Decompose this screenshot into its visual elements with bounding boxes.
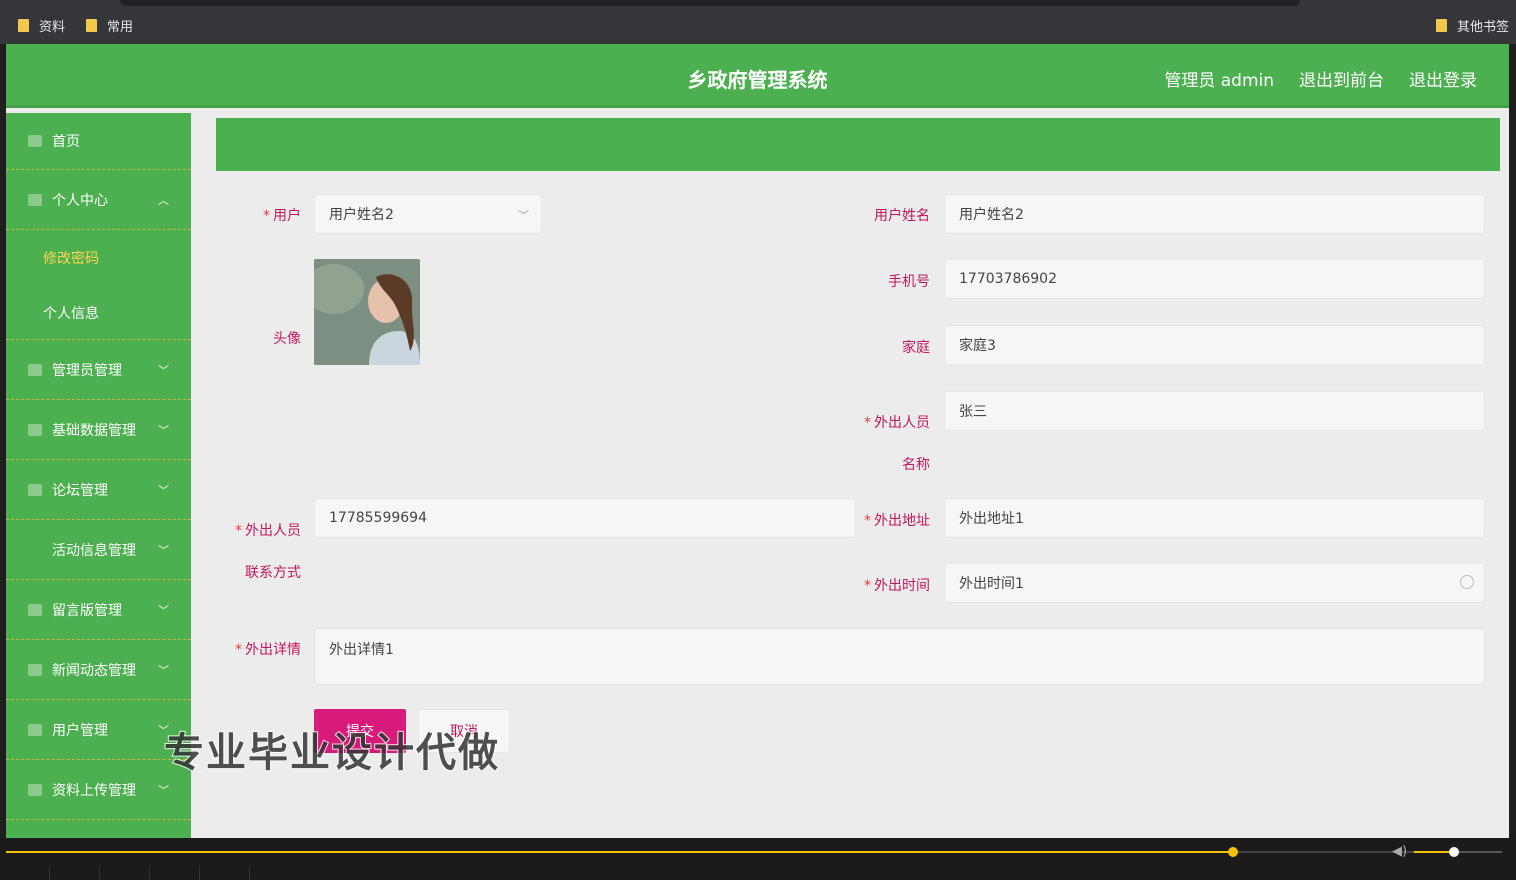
activity-icon xyxy=(28,544,42,556)
avatar-label: 头像 xyxy=(273,331,301,347)
sidebar-subitem-change-password[interactable]: 修改密码 xyxy=(6,230,191,285)
phone-label: 手机号 xyxy=(888,274,930,290)
chevron-down-icon: ﹀ xyxy=(158,664,169,677)
sidebar-item-label: 首页 xyxy=(52,134,80,150)
family-field[interactable]: 家庭3 xyxy=(944,325,1485,365)
sidebar-item-label: 论坛管理 xyxy=(52,482,108,499)
app-window: 乡政府管理系统 管理员 admin 退出到前台 退出登录 首页 个人中心 ︿ 修… xyxy=(6,44,1509,838)
user-select[interactable]: 用户姓名2 ﹀ xyxy=(314,194,542,234)
edit-form: * 用户 用户姓名2 ﹀ 用户姓名 用户姓名2 头像 手机号 177037869… xyxy=(216,171,1500,791)
chevron-down-icon: ﹀ xyxy=(158,544,169,557)
bookmarks-bar: 资料 常用 其他书签 xyxy=(0,0,1516,44)
top-header: 乡政府管理系统 管理员 admin 退出到前台 退出登录 xyxy=(6,44,1509,108)
user-icon xyxy=(28,193,42,206)
users-icon xyxy=(28,723,42,736)
sidebar-item-label: 留言版管理 xyxy=(52,602,122,619)
chevron-down-icon: ﹀ xyxy=(158,424,169,437)
news-icon xyxy=(28,663,42,676)
sidebar-item-activity[interactable]: 活动信息管理 ﹀ xyxy=(6,520,191,580)
video-player-bar: ◀) xyxy=(0,838,1516,880)
progress-bar[interactable] xyxy=(6,847,1502,857)
detail-label: * 外出详情 xyxy=(235,642,301,658)
folder-icon xyxy=(86,18,97,32)
address-field[interactable]: 外出地址1 xyxy=(944,498,1485,538)
time-label: * 外出时间 xyxy=(864,578,930,594)
address-label: * 外出地址 xyxy=(864,513,930,529)
volume-icon[interactable]: ◀) xyxy=(1392,844,1407,859)
sidebar-item-personal[interactable]: 个人中心 ︿ xyxy=(6,170,191,230)
current-user: 管理员 admin xyxy=(1164,71,1274,91)
volume-handle[interactable] xyxy=(1448,847,1459,857)
player-control[interactable] xyxy=(200,866,250,880)
sidebar-item-label: 管理员管理 xyxy=(52,362,122,379)
bookmark-folder-ziliao[interactable]: 资料 xyxy=(18,16,66,35)
player-control[interactable] xyxy=(50,866,100,880)
grid-icon xyxy=(28,783,42,796)
chevron-down-icon: ﹀ xyxy=(158,364,169,377)
family-label: 家庭 xyxy=(902,340,930,356)
outname-label: * 外出人员 名称 xyxy=(864,415,930,473)
sidebar-item-guestbook[interactable]: 留言版管理 ﹀ xyxy=(6,580,191,640)
progress-handle[interactable] xyxy=(1227,847,1238,857)
detail-textarea[interactable]: 外出详情1 xyxy=(314,628,1485,685)
player-control[interactable] xyxy=(100,866,150,880)
bookmark-label: 其他书签 xyxy=(1457,19,1510,35)
sidebar-item-label: 新闻动态管理 xyxy=(52,662,136,679)
chevron-down-icon: ﹀ xyxy=(518,209,529,222)
player-control[interactable] xyxy=(150,866,200,880)
home-icon xyxy=(28,135,42,147)
sidebar-item-admin[interactable]: 管理员管理 ﹀ xyxy=(6,340,191,400)
sidebar-item-label: 活动信息管理 xyxy=(52,542,136,559)
screen-root: 资料 常用 其他书签 乡政府管理系统 管理员 admin 退出到前台 退出登录 … xyxy=(0,0,1516,880)
chevron-up-icon: ︿ xyxy=(158,194,169,207)
sidebar-item-label: 资料上传管理 xyxy=(52,782,136,799)
sidebar-item-basic-data[interactable]: 基础数据管理 ﹀ xyxy=(6,400,191,460)
username-field[interactable]: 用户姓名2 xyxy=(944,194,1485,234)
folder-icon xyxy=(18,18,29,32)
volume-fill xyxy=(1414,851,1454,853)
header-links: 管理员 admin 退出到前台 退出登录 xyxy=(1164,66,1477,91)
exit-to-front-link[interactable]: 退出到前台 xyxy=(1299,66,1384,91)
username-label: 用户姓名 xyxy=(874,208,930,224)
personal-submenu: 修改密码 个人信息 xyxy=(6,230,191,340)
address-bar-edge xyxy=(120,0,1300,6)
clear-icon[interactable] xyxy=(1460,575,1474,589)
message-icon xyxy=(28,603,42,616)
chevron-down-icon: ﹀ xyxy=(158,784,169,797)
bookmark-folder-other[interactable]: 其他书签 xyxy=(1436,16,1510,35)
bookmark-folder-changyong[interactable]: 常用 xyxy=(86,16,134,35)
bookmark-label: 资料 xyxy=(39,19,66,35)
list-icon xyxy=(28,423,42,436)
sidebar-item-news[interactable]: 新闻动态管理 ﹀ xyxy=(6,640,191,700)
admin-icon xyxy=(28,363,42,376)
phone-field[interactable]: 17703786902 xyxy=(944,259,1485,299)
player-control[interactable] xyxy=(0,866,50,880)
sidebar-item-label: 个人中心 xyxy=(52,192,108,209)
logout-link[interactable]: 退出登录 xyxy=(1409,66,1477,91)
watermark-text: 专业毕业设计代做 xyxy=(163,729,500,777)
time-field[interactable]: 外出时间1 xyxy=(944,563,1485,603)
outname-field[interactable]: 张三 xyxy=(944,391,1485,431)
forum-icon xyxy=(28,483,42,496)
bookmark-label: 常用 xyxy=(107,19,134,35)
user-select-value: 用户姓名2 xyxy=(329,207,394,223)
sidebar-item-forum[interactable]: 论坛管理 ﹀ xyxy=(6,460,191,520)
sidebar-item-label: 基础数据管理 xyxy=(52,422,136,439)
chevron-down-icon: ﹀ xyxy=(158,484,169,497)
sidebar-item-home[interactable]: 首页 xyxy=(6,113,191,170)
contact-field[interactable]: 17785599694 xyxy=(314,498,856,538)
sidebar-item-label: 用户管理 xyxy=(52,722,108,739)
content-header-bar xyxy=(216,118,1500,171)
player-controls xyxy=(0,866,250,880)
avatar-image[interactable] xyxy=(314,259,420,365)
chevron-down-icon: ﹀ xyxy=(158,604,169,617)
contact-label: * 外出人员 联系方式 xyxy=(235,523,301,581)
sidebar-subitem-profile[interactable]: 个人信息 xyxy=(6,285,191,340)
folder-icon xyxy=(1436,18,1447,32)
avatar-photo xyxy=(314,259,420,365)
volume-slider[interactable] xyxy=(1414,847,1502,857)
progress-fill xyxy=(6,851,1233,853)
user-label: * 用户 xyxy=(263,208,301,224)
